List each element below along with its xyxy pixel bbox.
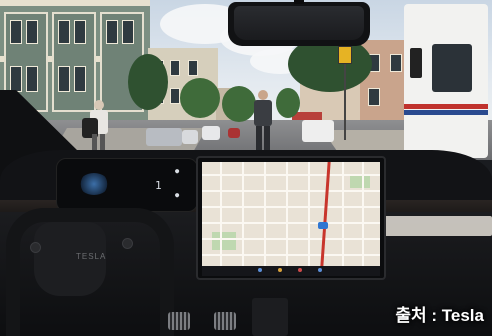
passenger-dash-panel (380, 216, 492, 236)
air-vent (214, 312, 236, 330)
instrument-cluster: 1 ● ● (56, 158, 198, 212)
pedestrian-crossing (252, 90, 274, 154)
street-tree (128, 54, 168, 110)
sign-pole (344, 60, 346, 140)
street-tree (276, 88, 300, 118)
pedestrian-with-stroller (82, 100, 116, 152)
car-position-marker (318, 222, 328, 229)
steering-yoke: TESLA (6, 208, 174, 336)
street-sign (338, 46, 352, 64)
tesla-cabin-photo: 1 ● ● TESLA 출처: Tesla (0, 0, 492, 336)
navigation-map (202, 162, 380, 266)
street-tree (180, 78, 220, 118)
touchscreen-dock (202, 266, 380, 276)
white-pickup (302, 120, 334, 142)
source-caption: 출처 : Tesla (395, 306, 484, 325)
center-console (252, 298, 288, 336)
parked-car (202, 126, 220, 140)
air-vent (168, 312, 190, 330)
street-tree (222, 86, 256, 122)
parked-car (146, 128, 182, 146)
distant-car (228, 128, 240, 138)
rearview-mirror (228, 0, 370, 46)
tesla-logo: TESLA (76, 252, 107, 261)
center-touchscreen (196, 156, 386, 280)
usps-mail-truck (404, 4, 488, 158)
navigation-route (320, 162, 331, 266)
parked-car (182, 130, 198, 144)
